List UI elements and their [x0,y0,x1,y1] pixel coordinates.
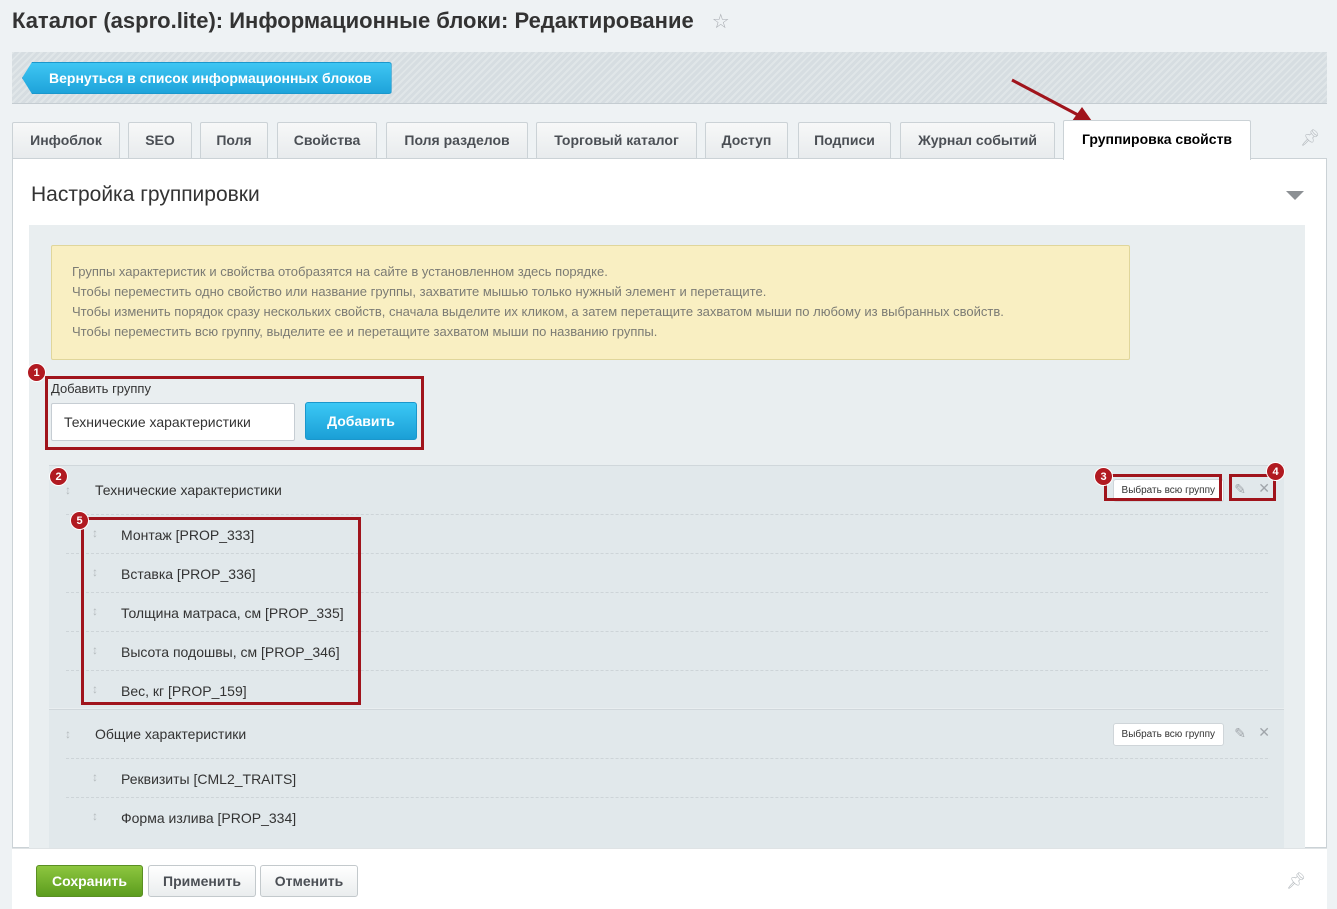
property-row[interactable]: ↕ Вставка [PROP_336] [66,553,1268,592]
add-group-button[interactable]: Добавить [305,402,417,440]
drag-handle-icon[interactable]: ↕ [92,809,98,823]
annotation-badge: 3 [1094,467,1113,486]
drag-handle-icon[interactable]: ↕ [92,770,98,784]
drag-handle-icon[interactable]: ↕ [92,565,98,579]
drag-handle-icon[interactable]: ↕ [92,604,98,618]
grouping-area: Группы характеристик и свойства отобразя… [29,225,1305,869]
drag-handle-icon[interactable]: ↕ [92,682,98,696]
hint-line: Группы характеристик и свойства отобразя… [72,264,608,279]
property-name: Форма излива [PROP_334] [121,810,297,826]
property-group[interactable]: ↕ Технические характеристики Выбрать всю… [49,465,1284,708]
group-name: Общие характеристики [95,726,247,742]
apply-button[interactable]: Применить [148,865,256,897]
tab-property-grouping[interactable]: Группировка свойств [1063,120,1251,160]
property-row[interactable]: ↕ Реквизиты [CML2_TRAITS] [66,758,1268,797]
pin-icon[interactable]: 📌︎ [1286,871,1306,891]
property-name: Монтаж [PROP_333] [121,527,255,543]
annotation-badge: 5 [70,511,89,530]
footer-bar: Сохранить Применить Отменить 📌︎ [12,848,1327,909]
edit-icon[interactable]: ✎ [1234,481,1246,498]
back-to-list-button[interactable]: Вернуться в список информационных блоков [22,62,392,94]
add-group-label: Добавить группу [51,381,151,396]
tab-access[interactable]: Доступ [705,122,788,158]
tab-properties[interactable]: Свойства [277,122,377,158]
annotation-badge: 2 [49,467,68,486]
drag-handle-icon[interactable]: ↕ [65,483,71,497]
property-name: Вставка [PROP_336] [121,566,256,582]
property-group[interactable]: ↕ Общие характеристики Выбрать всю групп… [49,709,1284,869]
tab-event-log[interactable]: Журнал событий [900,122,1055,158]
tab-infoblock[interactable]: Инфоблок [12,122,120,158]
property-name: Вес, кг [PROP_159] [121,683,247,699]
hint-line: Чтобы изменить порядок сразу нескольких … [72,304,1004,319]
page-title: Каталог (aspro.lite): Информационные бло… [12,8,730,34]
pointer-arrow [1011,78,1094,124]
property-row[interactable]: ↕ Вес, кг [PROP_159] [66,670,1268,709]
property-row[interactable]: ↕ Толщина матраса, см [PROP_335] [66,592,1268,631]
pin-icon[interactable]: 📌︎ [1300,128,1320,148]
page-title-text: Каталог (aspro.lite): Информационные бло… [12,8,694,33]
hint-line: Чтобы переместить всю группу, выделите е… [72,324,658,339]
property-row[interactable]: ↕ Монтаж [PROP_333] [66,514,1268,553]
hint-box: Группы характеристик и свойства отобразя… [51,245,1130,360]
drag-handle-icon[interactable]: ↕ [92,643,98,657]
group-header[interactable]: ↕ Общие характеристики Выбрать всю групп… [49,710,1284,758]
cancel-button[interactable]: Отменить [260,865,358,897]
group-name-input[interactable] [51,403,295,441]
back-panel: Вернуться в список информационных блоков [12,52,1327,104]
select-all-button[interactable]: Выбрать всю группу [1112,723,1224,746]
edit-icon[interactable]: ✎ [1234,725,1246,742]
tab-seo[interactable]: SEO [128,122,192,158]
annotation-badge: 1 [27,363,46,382]
group-name: Технические характеристики [95,482,282,498]
section-title: Настройка группировки [31,183,260,206]
tab-fields[interactable]: Поля [200,122,268,158]
property-name: Реквизиты [CML2_TRAITS] [121,771,297,787]
property-name: Толщина матраса, см [PROP_335] [121,605,344,621]
drag-handle-icon[interactable]: ↕ [65,727,71,741]
property-name: Высота подошвы, см [PROP_346] [121,644,340,660]
select-all-button[interactable]: Выбрать всю группу [1112,479,1224,502]
close-icon[interactable]: ✕ [1258,480,1270,497]
collapse-icon[interactable] [1286,191,1304,200]
tab-section-fields[interactable]: Поля разделов [386,122,528,158]
drag-handle-icon[interactable]: ↕ [92,526,98,540]
annotation-badge: 4 [1266,462,1285,481]
property-row[interactable]: ↕ Высота подошвы, см [PROP_346] [66,631,1268,670]
property-row[interactable]: ↕ Форма излива [PROP_334] [66,797,1268,836]
tab-trade-catalog[interactable]: Торговый каталог [536,122,697,158]
star-icon[interactable]: ☆ [712,9,730,34]
content-panel: Настройка группировки Группы характерист… [12,158,1327,869]
save-button[interactable]: Сохранить [36,865,143,897]
tab-captions[interactable]: Подписи [798,122,891,158]
hint-line: Чтобы переместить одно свойство или назв… [72,284,767,299]
close-icon[interactable]: ✕ [1258,724,1270,741]
